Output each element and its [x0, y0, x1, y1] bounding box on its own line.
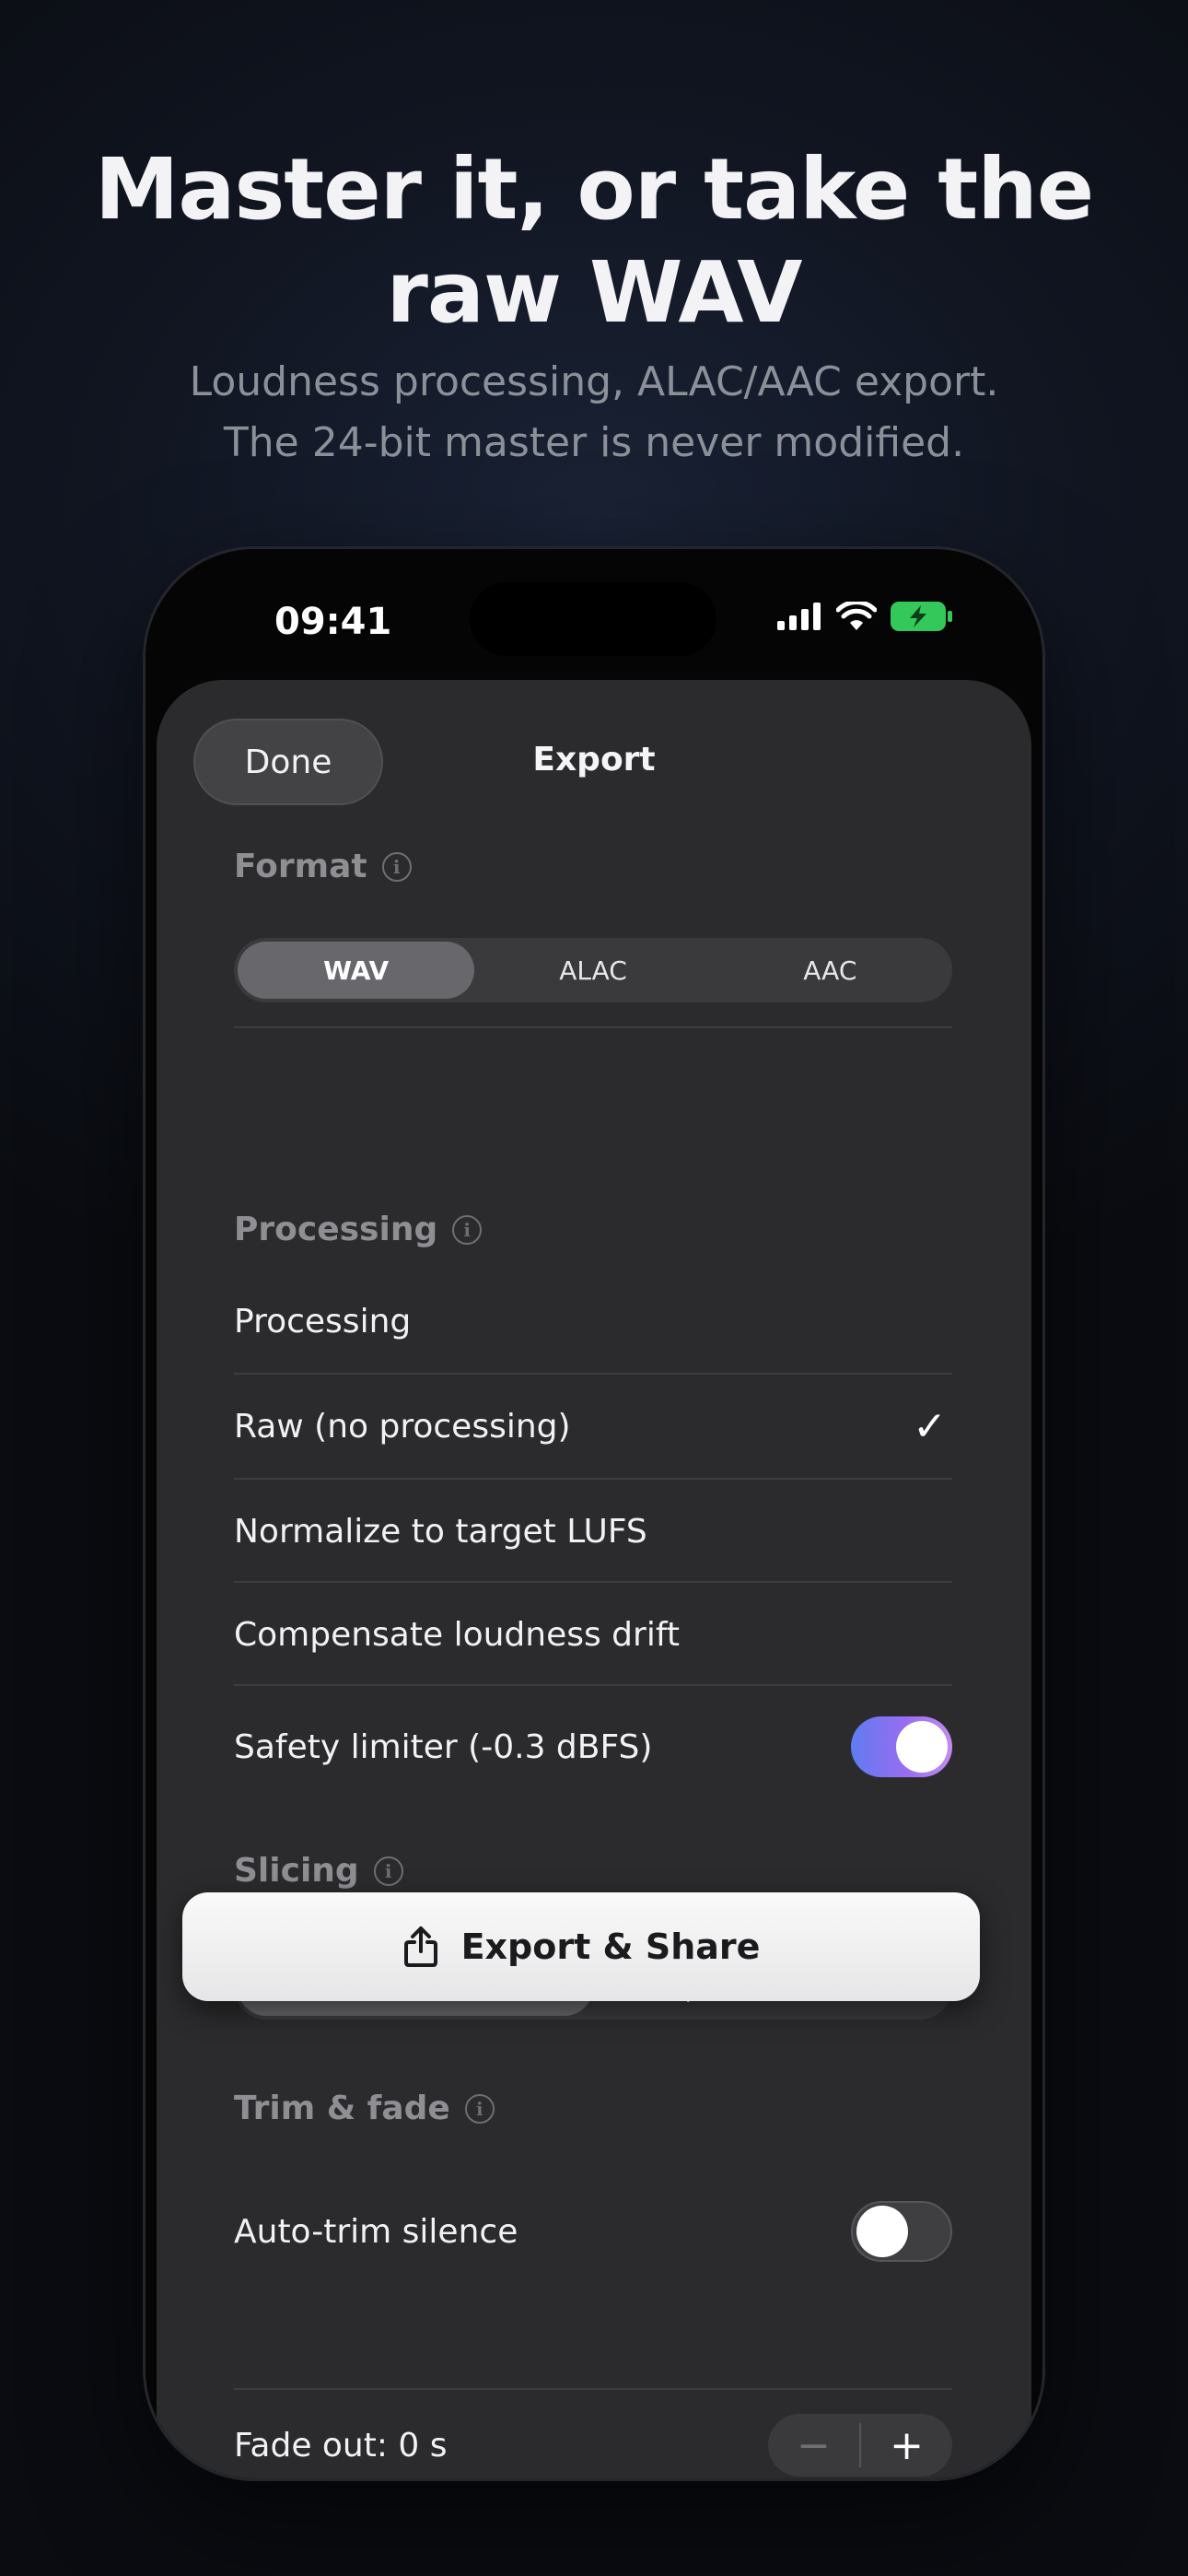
info-icon[interactable]: i — [452, 1214, 483, 1245]
row-label: Auto-trim silence — [234, 2212, 518, 2251]
fade-out-row: Fade out: 0 s − + — [234, 2394, 952, 2478]
headline-line-1: Master it, or take the — [94, 140, 1094, 239]
row-label: Safety limiter (-0.3 dBFS) — [234, 1727, 653, 1766]
format-option-wav[interactable]: WAV — [238, 942, 475, 999]
processing-label: Processing — [234, 1211, 438, 1248]
subheadline: Loudness processing, ALAC/AAC export. Th… — [0, 352, 1188, 474]
checkmark-icon: ✓ — [913, 1402, 947, 1450]
info-icon[interactable]: i — [381, 851, 412, 882]
export-share-button[interactable]: Export & Share — [182, 1892, 980, 2001]
subheadline-line-1: Loudness processing, ALAC/AAC export. — [189, 358, 999, 405]
divider — [234, 1684, 952, 1686]
headline: Master it, or take the raw WAV — [0, 138, 1188, 345]
info-icon[interactable]: i — [464, 2093, 495, 2124]
info-icon[interactable]: i — [373, 1856, 403, 1886]
phone-frame: 09:41 Done Export Format i WAV ALAC AAC … — [146, 549, 1042, 2478]
headline-line-2: raw WAV — [386, 243, 803, 342]
format-option-aac[interactable]: AAC — [712, 942, 949, 999]
cellular-signal-icon — [777, 603, 821, 630]
processing-section-label: Processing i — [234, 1211, 483, 1248]
status-icons — [777, 601, 954, 632]
format-option-alac[interactable]: ALAC — [474, 942, 711, 999]
export-sheet: Done Export Format i WAV ALAC AAC Proces… — [157, 680, 1031, 2478]
divider — [234, 2388, 952, 2390]
dynamic-island — [470, 582, 716, 656]
auto-trim-toggle[interactable] — [851, 2201, 952, 2262]
decrement-button[interactable]: − — [768, 2422, 859, 2469]
row-label: Processing — [234, 1302, 412, 1341]
normalize-lufs-row[interactable]: Normalize to target LUFS — [234, 1480, 952, 1583]
increment-button[interactable]: + — [861, 2422, 952, 2469]
status-bar: 09:41 — [146, 549, 1042, 687]
trim-fade-section-label: Trim & fade i — [234, 2090, 495, 2127]
share-icon — [403, 1926, 437, 1967]
slicing-section-label: Slicing i — [234, 1852, 403, 1890]
compensate-drift-row[interactable]: Compensate loudness drift — [234, 1583, 952, 1686]
row-label: Normalize to target LUFS — [234, 1512, 647, 1551]
safety-limiter-toggle[interactable] — [851, 1716, 952, 1777]
subheadline-line-2: The 24-bit master is never modified. — [223, 419, 965, 466]
trim-fade-label: Trim & fade — [234, 2090, 450, 2127]
row-label: Compensate loudness drift — [234, 1615, 680, 1654]
raw-no-processing-row[interactable]: Raw (no processing) ✓ — [234, 1375, 952, 1478]
divider — [234, 1026, 952, 1028]
format-section-label: Format i — [234, 848, 412, 885]
processing-row[interactable]: Processing — [234, 1270, 952, 1373]
toggle-knob — [856, 2206, 908, 2257]
slicing-label: Slicing — [234, 1852, 359, 1890]
fade-out-stepper: − + — [768, 2414, 952, 2476]
export-share-label: Export & Share — [460, 1926, 761, 1967]
sheet-title: Export — [532, 741, 656, 779]
row-label: Fade out: 0 s — [234, 2426, 448, 2465]
toggle-knob — [896, 1721, 948, 1773]
battery-charging-icon — [891, 602, 952, 631]
status-time: 09:41 — [274, 601, 392, 643]
format-segmented-control: WAV ALAC AAC — [234, 938, 952, 1002]
wifi-icon — [836, 602, 877, 630]
auto-trim-row: Auto-trim silence — [234, 2180, 952, 2283]
row-label: Raw (no processing) — [234, 1407, 571, 1446]
safety-limiter-row: Safety limiter (-0.3 dBFS) — [234, 1695, 952, 1798]
format-label: Format — [234, 848, 367, 885]
